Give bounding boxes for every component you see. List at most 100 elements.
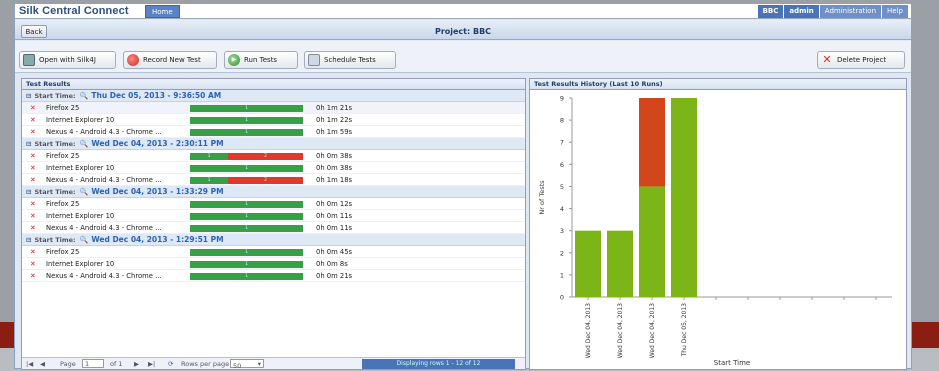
chevron-down-icon: ▾ [257, 360, 261, 368]
close-icon[interactable]: ✕ [30, 210, 36, 222]
next-page-icon[interactable]: ▶ [134, 360, 139, 368]
result-bar: 1 [190, 165, 303, 172]
help-link[interactable]: Help [882, 5, 908, 18]
close-icon[interactable]: ✕ [30, 102, 36, 114]
x-tick-label: Wed Dec 04, 2013 [585, 303, 592, 358]
result-bar: 1 [190, 105, 303, 112]
passed-segment: 1 [190, 201, 303, 208]
app-title: Silk Central Connect [19, 5, 129, 17]
duration: 0h 1m 18s [316, 176, 353, 184]
delete-project-label: Delete Project [837, 56, 887, 64]
duration: 0h 0m 11s [316, 212, 353, 220]
search-icon[interactable]: 🔍 [80, 234, 89, 246]
project-menu[interactable]: BBC [757, 5, 784, 18]
rows-per-page-label: Rows per page [181, 360, 230, 368]
table-row[interactable]: ✕ Nexus 4 - Android 4.3 - Chrome ... 1 0h 0… [22, 270, 525, 282]
run-tests-button[interactable]: ▶ Run Tests [224, 51, 298, 69]
collapse-icon[interactable]: ⊟ [26, 234, 31, 246]
start-time-label: Start Time: [34, 187, 76, 196]
duration: 0h 0m 21s [316, 272, 353, 280]
x-axis-label: Start Time [714, 359, 750, 367]
table-row[interactable]: ✕ Firefox 25 1 2 0h 0m 38s [22, 150, 525, 162]
table-row[interactable]: ✕ Internet Explorer 10 1 0h 1m 22s [22, 114, 525, 126]
search-icon[interactable]: 🔍 [80, 90, 89, 102]
close-icon[interactable]: ✕ [30, 198, 36, 210]
close-icon[interactable]: ✕ [30, 270, 36, 282]
toolbar: Open with Silk4J Record New Test ▶ Run T… [15, 41, 911, 73]
home-tab[interactable]: Home [145, 5, 180, 18]
close-icon[interactable]: ✕ [30, 258, 36, 270]
browser-name: Internet Explorer 10 [46, 116, 115, 124]
start-time-group-header[interactable]: ⊟ Start Time: 🔍 Thu Dec 05, 2013 - 9:36:50 … [22, 90, 525, 102]
start-time-value: Thu Dec 05, 2013 - 9:36:50 AM [91, 90, 222, 100]
x-tick-label: Wed Dec 04, 2013 [617, 303, 624, 358]
record-icon [127, 54, 139, 66]
passed-segment: 1 [190, 249, 303, 256]
passed-segment: 1 [190, 117, 303, 124]
table-row[interactable]: ✕ Firefox 25 1 0h 1m 21s [22, 102, 525, 114]
collapse-icon[interactable]: ⊟ [26, 90, 31, 102]
history-chart: 0 1 2 3 4 5 6 7 8 9 Wed Dec 04, 2013 Wed Dec 04, 20… [538, 95, 892, 367]
browser-name: Firefox 25 [46, 248, 80, 256]
prev-page-icon[interactable]: ◀ [40, 360, 45, 368]
first-page-icon[interactable]: |◀ [26, 360, 33, 368]
top-right-menu: BBC admin Administration Help [757, 5, 908, 18]
close-icon[interactable]: ✕ [30, 222, 36, 234]
y-tick-label: 3 [560, 227, 564, 235]
start-time-group-header[interactable]: ⊟ Start Time: 🔍 Wed Dec 04, 2013 - 2:30:11 … [22, 138, 525, 150]
administration-link[interactable]: Administration [819, 5, 882, 18]
table-row[interactable]: ✕ Firefox 25 1 0h 0m 45s [22, 246, 525, 258]
app-window: Silk Central Connect Home BBC admin Admi… [14, 3, 912, 370]
search-icon[interactable]: 🔍 [80, 138, 89, 150]
table-row[interactable]: ✕ Nexus 4 - Android 4.3 - Chrome ... 1 0h 0… [22, 222, 525, 234]
close-icon[interactable]: ✕ [30, 162, 36, 174]
page-input[interactable]: 1 [82, 359, 104, 368]
schedule-tests-button[interactable]: Schedule Tests [304, 51, 396, 69]
browser-name: Firefox 25 [46, 104, 80, 112]
passed-segment: 1 [190, 273, 303, 280]
passed-segment: 1 [190, 165, 303, 172]
rows-per-page-select[interactable]: 50 ▾ [230, 359, 264, 370]
search-icon[interactable]: 🔍 [80, 186, 89, 198]
browser-name: Nexus 4 - Android 4.3 - Chrome ... [46, 224, 162, 232]
user-menu[interactable]: admin [784, 5, 819, 18]
browser-name: Nexus 4 - Android 4.3 - Chrome ... [46, 272, 162, 280]
page-title: Project: BBC [434, 27, 492, 36]
duration: 0h 0m 45s [316, 248, 353, 256]
start-time-group-header[interactable]: ⊟ Start Time: 🔍 Wed Dec 04, 2013 - 1:29:51 … [22, 234, 525, 246]
table-row[interactable]: ✕ Nexus 4 - Android 4.3 - Chrome ... 1 2 0h … [22, 174, 525, 186]
table-row[interactable]: ✕ Nexus 4 - Android 4.3 - Chrome ... 1 0h 1… [22, 126, 525, 138]
close-icon[interactable]: ✕ [30, 150, 36, 162]
start-time-label: Start Time: [34, 139, 76, 148]
passed-segment: 1 [190, 129, 303, 136]
table-row[interactable]: ✕ Internet Explorer 10 1 0h 0m 11s [22, 210, 525, 222]
record-new-test-button[interactable]: Record New Test [123, 51, 217, 69]
test-results-title: Test Results [22, 79, 525, 90]
result-bar: 12 [190, 153, 303, 160]
collapse-icon[interactable]: ⊟ [26, 138, 31, 150]
schedule-tests-label: Schedule Tests [324, 56, 376, 64]
x-tick-label: Thu Dec 05, 2013 [681, 303, 688, 358]
close-icon[interactable]: ✕ [30, 246, 36, 258]
table-row[interactable]: ✕ Internet Explorer 10 1 0h 0m 38s [22, 162, 525, 174]
close-icon[interactable]: ✕ [30, 126, 36, 138]
collapse-icon[interactable]: ⊟ [26, 186, 31, 198]
close-icon[interactable]: ✕ [30, 114, 36, 126]
browser-name: Firefox 25 [46, 200, 80, 208]
result-bar: 1 [190, 213, 303, 220]
test-results-list: ⊟ Start Time: 🔍 Thu Dec 05, 2013 - 9:36:50 … [22, 90, 525, 282]
table-row[interactable]: ✕ Internet Explorer 10 1 0h 0m 8s [22, 258, 525, 270]
open-with-silk4j-button[interactable]: Open with Silk4J [19, 51, 116, 69]
table-row[interactable]: ✕ Firefox 25 1 0h 0m 12s [22, 198, 525, 210]
y-axis-label: Nr of Tests [538, 180, 546, 215]
top-bar: Silk Central Connect Home BBC admin Admi… [15, 4, 911, 19]
close-icon[interactable]: ✕ [30, 174, 36, 186]
start-time-group-header[interactable]: ⊟ Start Time: 🔍 Wed Dec 04, 2013 - 1:33:29 … [22, 186, 525, 198]
refresh-icon[interactable]: ⟳ [168, 360, 173, 368]
delete-project-button[interactable]: ✕ Delete Project [817, 51, 905, 69]
passed-segment: 1 [190, 153, 228, 160]
duration: 0h 1m 21s [316, 104, 353, 112]
pager: |◀ ◀ Page 1 of 1 ▶ ▶| ⟳ Rows per page 50… [22, 357, 525, 370]
y-tick-label: 5 [560, 183, 564, 191]
last-page-icon[interactable]: ▶| [148, 360, 155, 368]
